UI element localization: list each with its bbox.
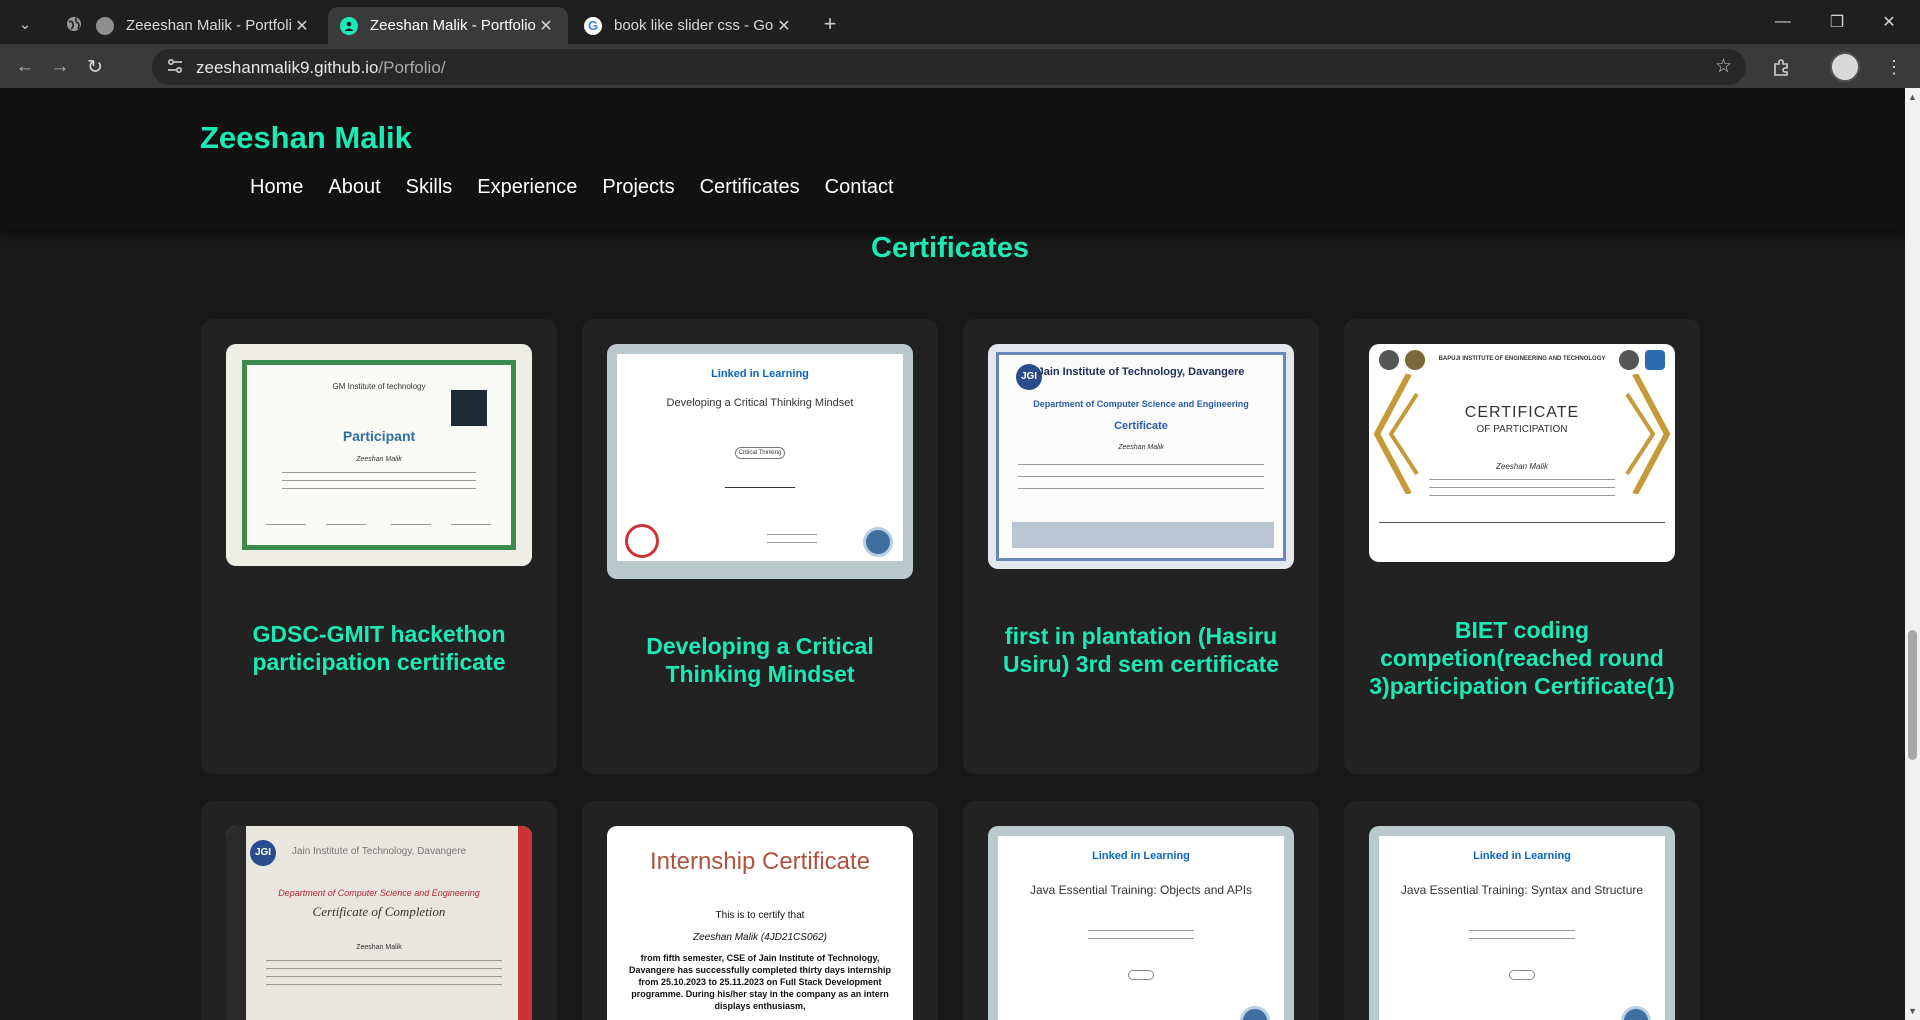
certificate-card[interactable]: JGI Jain Institute of Technology, Davang… (963, 319, 1319, 774)
forward-arrow-icon[interactable]: → (45, 52, 75, 82)
cert-skill-tag: Critical Thinking (735, 447, 785, 459)
back-arrow-icon[interactable]: ← (10, 52, 40, 82)
nav-home[interactable]: Home (250, 176, 303, 199)
site-header: Zeeshan Malik Home About Skills Experien… (0, 88, 1905, 230)
certificate-image[interactable]: JGI Jain Institute of Technology, Davang… (988, 344, 1294, 569)
plus-icon[interactable]: + (816, 10, 844, 38)
cert-institute: Jain Institute of Technology, Davangere (1037, 366, 1245, 378)
url-host: zeeshanmalik9.github.io (196, 58, 379, 77)
extensions-puzzle-icon[interactable] (1768, 53, 1796, 81)
scrollbar-thumb[interactable] (1908, 630, 1917, 760)
certificate-card[interactable]: Linked in Learning Java Essential Traini… (963, 801, 1319, 1020)
cert-title: Certificate (1114, 420, 1168, 432)
site-brand[interactable]: Zeeshan Malik (200, 120, 412, 156)
nav-certificates[interactable]: Certificates (700, 176, 800, 199)
site-settings-icon[interactable] (166, 57, 186, 77)
page-viewport: Zeeshan Malik Home About Skills Experien… (0, 88, 1905, 1020)
certificate-caption: BIET coding competion(reached round 3)pa… (1369, 617, 1675, 699)
cert-name: Zeeshan Malik (1495, 462, 1549, 471)
minimize-icon[interactable]: — (1760, 8, 1806, 36)
globe-icon (96, 16, 114, 35)
tab-title: Zeeshan Malik - Portfolio (370, 17, 536, 34)
cert-title: Internship Certificate (649, 848, 871, 875)
cert-institute: Jain Institute of Technology, Davangere (291, 846, 467, 857)
certificate-card[interactable]: Linked in Learning Developing a Critical… (582, 319, 938, 774)
nav-contact[interactable]: Contact (825, 176, 894, 199)
cert-title: Java Essential Training: Objects and API… (1029, 883, 1253, 897)
cert-name: Zeeshan Malik (4JD21CS062) (693, 932, 827, 943)
profile-icon (340, 16, 358, 35)
reload-icon[interactable]: ↻ (80, 52, 110, 82)
nav-skills[interactable]: Skills (406, 176, 453, 199)
tab-title: book like slider css - Google Se (614, 17, 774, 34)
scroll-down-arrow-icon[interactable]: ▼ (1908, 1006, 1917, 1016)
cert-title: Java Essential Training: Syntax and Stru… (1400, 883, 1644, 897)
section-title: Certificates (871, 232, 1029, 264)
certificate-caption: first in plantation (Hasiru Usiru) 3rd s… (1002, 623, 1280, 677)
profile-avatar[interactable] (1830, 52, 1860, 82)
certificate-card[interactable]: GM Institute of technology Participant Z… (201, 319, 557, 774)
linkedin-learning-logo: Linked in Learning (1473, 850, 1571, 862)
window-close-icon[interactable]: ✕ (1866, 8, 1912, 36)
certificate-image[interactable]: JGI Jain Institute of Technology, Davang… (226, 826, 532, 1020)
cert-name: Zeeshan Malik (356, 944, 402, 951)
cert-name: Zeeshan Malik (1118, 444, 1164, 451)
google-icon: G (584, 16, 602, 35)
browser-tab[interactable]: G book like slider css - Google Se ✕ (572, 7, 806, 44)
address-bar[interactable]: zeeshanmalik9.github.io/Porfolio/ ☆ (152, 49, 1746, 85)
close-icon[interactable]: ✕ (292, 16, 312, 36)
cert-certify-line: This is to certify that (715, 910, 805, 921)
bookmark-star-icon[interactable]: ☆ (1715, 55, 1732, 78)
url-path: /Porfolio/ (378, 58, 446, 77)
cert-title: CERTIFICATE (1464, 404, 1580, 421)
restore-icon[interactable]: ❐ (1814, 8, 1860, 36)
certificate-card[interactable]: BAPUJI INSTITUTE OF ENGINEERING AND TECH… (1344, 319, 1700, 774)
cert-subtitle: OF PARTICIPATION (1476, 424, 1568, 435)
close-icon[interactable]: ✕ (536, 16, 556, 36)
cert-dept: Department of Computer Science and Engin… (1033, 399, 1249, 409)
certificate-image[interactable]: BAPUJI INSTITUTE OF ENGINEERING AND TECH… (1369, 344, 1675, 562)
nav-about[interactable]: About (328, 176, 380, 199)
certificate-card[interactable]: Internship Certificate This is to certif… (582, 801, 938, 1020)
cert-body: from fifth semester, CSE of Jain Institu… (628, 953, 892, 1011)
certificate-caption: Developing a Critical Thinking Mindset (646, 633, 874, 687)
certificate-caption: GDSC-GMIT hackethon participation certif… (252, 621, 506, 675)
close-icon[interactable]: ✕ (774, 16, 794, 36)
cert-dept: Department of Computer Science and Engin… (278, 888, 480, 898)
url-text: zeeshanmalik9.github.io/Porfolio/ (196, 58, 446, 78)
cert-title: Certificate of Completion (312, 904, 446, 919)
tab-search-chevron-icon[interactable]: ⌄ (11, 10, 39, 38)
certificate-card[interactable]: Linked in Learning Java Essential Traini… (1344, 801, 1700, 1020)
browser-tab[interactable]: Zeeeshan Malik - Portfolio ✕ (84, 7, 324, 44)
linkedin-learning-logo: Linked in Learning (711, 368, 809, 380)
certificate-image[interactable]: Linked in Learning Java Essential Traini… (1369, 826, 1675, 1020)
certificate-image[interactable]: Linked in Learning Java Essential Traini… (988, 826, 1294, 1020)
cert-title: Participant (342, 428, 416, 444)
site-nav: Home About Skills Experience Projects Ce… (250, 176, 894, 199)
nav-experience[interactable]: Experience (477, 176, 577, 199)
browser-tab-active[interactable]: Zeeshan Malik - Portfolio ✕ (328, 7, 568, 44)
cert-name: Zeeshan Malik (356, 456, 402, 463)
tab-title: Zeeeshan Malik - Portfolio (126, 17, 292, 34)
browser-toolbar: ← → ↻ zeeshanmalik9.github.io/Porfolio/ … (0, 44, 1920, 88)
browser-tab-strip: ⌄ Zeeeshan Malik - Portfolio ✕ Zeeshan M… (0, 0, 1920, 44)
certificate-image[interactable]: Internship Certificate This is to certif… (607, 826, 913, 1020)
menu-kebab-icon[interactable]: ⋮ (1880, 53, 1908, 81)
scroll-up-arrow-icon[interactable]: ▲ (1908, 92, 1917, 102)
certificate-image[interactable]: Linked in Learning Developing a Critical… (607, 344, 913, 579)
page-scrollbar[interactable] (1905, 88, 1920, 1020)
certificate-image[interactable]: GM Institute of technology Participant Z… (226, 344, 532, 566)
certificate-card[interactable]: JGI Jain Institute of Technology, Davang… (201, 801, 557, 1020)
nav-projects[interactable]: Projects (602, 176, 674, 199)
cert-title: Developing a Critical Thinking Mindset (666, 397, 854, 409)
linkedin-learning-logo: Linked in Learning (1092, 850, 1190, 862)
cert-institute: BAPUJI INSTITUTE OF ENGINEERING AND TECH… (1438, 356, 1606, 362)
